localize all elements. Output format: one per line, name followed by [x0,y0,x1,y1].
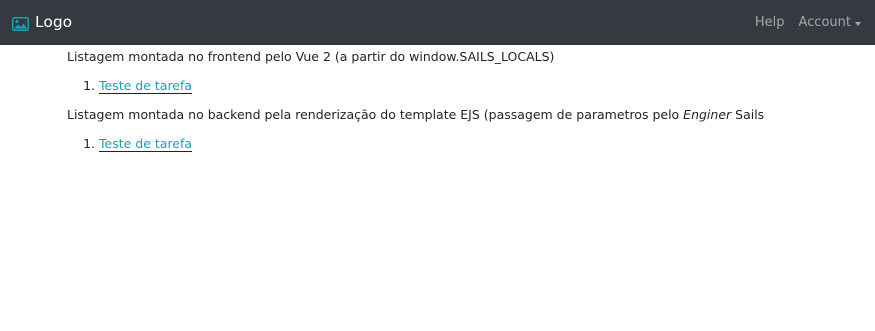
list-item: Teste de tarefa [99,78,875,94]
backend-list-heading: Listagem montada no backend pela renderi… [67,107,875,123]
frontend-list-heading: Listagem montada no frontend pelo Vue 2 … [67,49,555,64]
image-icon [12,16,29,31]
brand-label: Logo [35,12,73,31]
navbar-right: Help Account [755,15,861,30]
help-link[interactable]: Help [755,15,785,30]
main-content: Listagem montada no frontend pelo Vue 2 … [0,45,875,152]
caret-down-icon [855,21,861,26]
account-label: Account [798,15,852,30]
top-navbar: Logo Help Account [0,0,875,45]
backend-task-list: Teste de tarefa [67,136,875,152]
account-dropdown[interactable]: Account [798,15,861,30]
task-link[interactable]: Teste de tarefa [99,136,193,152]
list-item: Teste de tarefa [99,136,875,152]
backend-heading-suffix: Sails [731,107,765,122]
task-link[interactable]: Teste de tarefa [99,78,193,94]
backend-heading-emphasis: Enginer [683,107,732,122]
brand-logo-link[interactable]: Logo [12,12,73,31]
frontend-task-list: Teste de tarefa [67,78,875,94]
backend-heading-text: Listagem montada no backend pela renderi… [67,107,684,122]
